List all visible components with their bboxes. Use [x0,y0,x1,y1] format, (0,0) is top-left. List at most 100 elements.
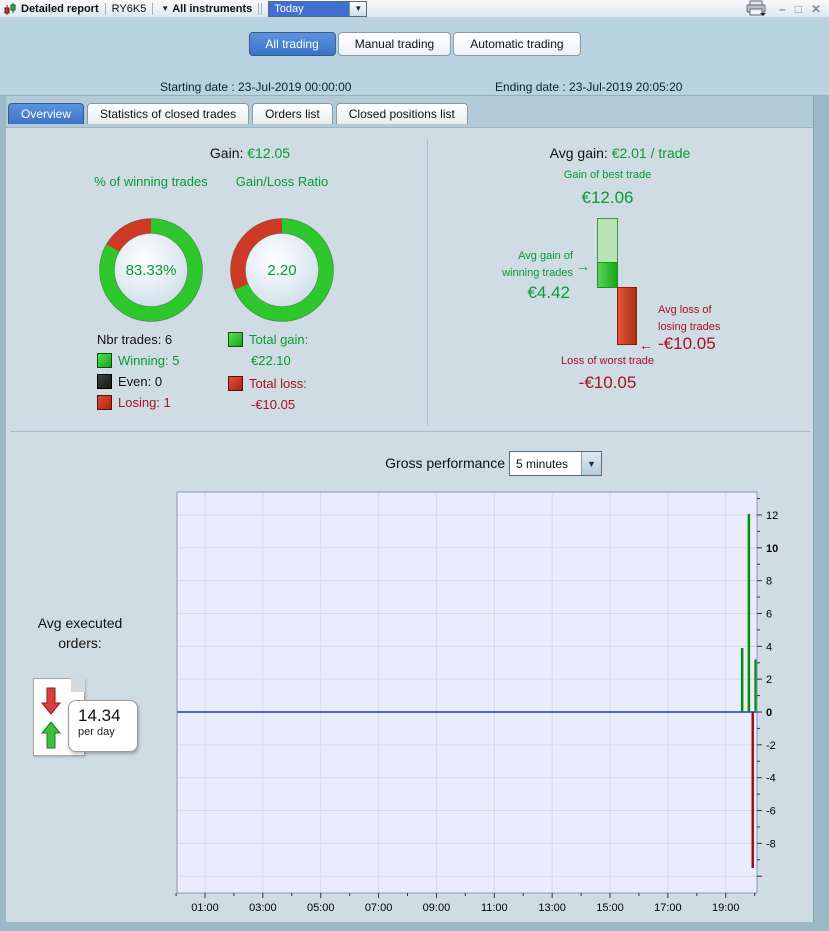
avg-win-bar [597,262,618,288]
avg-gain-label: Avg gain: [549,145,608,161]
avg-loss-label: Avg loss of losing trades [658,304,721,333]
svg-text:09:00: 09:00 [423,902,451,914]
interval-select-arrow-button[interactable]: ▼ [581,452,601,475]
printer-icon [746,0,766,16]
svg-text:17:00: 17:00 [654,902,682,914]
nbr-trades: Nbr trades: 6 [97,332,173,347]
interval-select-value[interactable]: 5 minutes [510,452,581,475]
winning-swatch [97,353,112,368]
svg-text:4: 4 [766,641,772,653]
gain-label: Gain: [209,145,244,161]
window-frame-right [813,96,829,931]
close-button[interactable]: ✕ [811,2,821,16]
chevron-down-icon: ▼ [354,4,363,13]
avg-gain-value: €2.01 / trade [611,145,691,161]
winning-donut-value: 83.33% [125,261,177,279]
total-loss-swatch [228,376,243,391]
avg-win-value: €4.42 [527,283,570,302]
total-loss-label: Total loss: [249,376,307,391]
print-button[interactable] [745,0,769,17]
gain-value: €12.05 [247,145,291,161]
panel-divider-vertical [427,140,428,425]
worst-trade-value: -€10.05 [578,373,637,392]
window-toolbar: Detailed report RY6K5 ▼ All instruments … [0,0,829,18]
gross-performance-title: Gross performance [385,455,505,471]
svg-text:-2: -2 [766,740,776,752]
best-trade-value: €12.06 [581,188,634,207]
starting-date: Starting date : 23-Jul-2019 00:00:00 [160,80,352,94]
period-select[interactable]: Today ▼ [268,0,368,17]
candlestick-icon [3,2,17,16]
window-controls: – □ ✕ [779,2,821,16]
panel-divider-horizontal [10,431,810,432]
tab-overview[interactable]: Overview [8,103,85,124]
svg-text:07:00: 07:00 [365,902,393,914]
gross-performance-chart: 12 10 8 6 4 2 0 -2 -4 -6 -8 01:00 03:00 05:00 07:00 09:… [175,491,778,914]
svg-text:03:00: 03:00 [249,902,277,914]
avg-orders-label: Avg executed orders: [37,615,123,652]
period-select-value[interactable]: Today [269,1,350,16]
svg-text:01:00: 01:00 [191,902,219,914]
right-arrow-icon: → [576,258,590,274]
even-swatch [97,374,112,389]
ratio-donut-value: 2.20 [267,261,297,279]
toolbar-divider [104,2,106,15]
tab-orders-list[interactable]: Orders list [252,103,333,124]
winning-count: Winning: 5 [118,353,180,368]
total-gain-value: €22.10 [251,353,291,368]
losing-count: Losing: 1 [118,395,171,410]
header-panel: All trading Manual trading Automatic tra… [0,18,829,96]
gain-loss-ratio-donut: 2.20 [227,215,337,325]
period-select-arrow-button[interactable]: ▼ [349,1,367,16]
svg-text:15:00: 15:00 [596,902,624,914]
svg-text:-6: -6 [766,806,776,818]
window-frame-left [0,96,6,931]
svg-text:0: 0 [766,707,772,719]
trades-legend: Nbr trades: 6 Winning: 5 Even: 0 Losing:… [97,329,179,413]
report-tabs-strip: Overview Statistics of closed trades Ord… [0,96,829,128]
worst-trade-bar [617,287,637,345]
svg-text:12: 12 [766,510,778,522]
ending-date: Ending date : 23-Jul-2019 20:05:20 [495,80,683,94]
svg-text:-4: -4 [766,773,776,785]
avg-win-label: Avg gain of winning trades [502,250,573,279]
total-gain-swatch [228,332,243,347]
avg-gain-summary: Avg gain: €2.01 / trade [440,145,800,161]
toolbar-divider [152,2,154,15]
winning-donut-title: % of winning trades [94,174,208,189]
winning-trades-donut: 83.33% [96,215,206,325]
maximize-button[interactable]: □ [795,2,802,16]
svg-text:10: 10 [766,543,778,555]
tab-manual-trading[interactable]: Manual trading [337,32,452,56]
totals-legend: Total gain: €22.10 Total loss: -€10.05 [228,329,308,415]
avg-orders-box: 14.34 per day [68,700,138,752]
window-frame-bottom [0,922,829,931]
down-arrow-icon [40,687,62,715]
svg-text:05:00: 05:00 [307,902,335,914]
interval-select[interactable]: 5 minutes ▼ [509,451,602,476]
tab-statistics[interactable]: Statistics of closed trades [87,103,250,124]
instrument-code: RY6K5 [111,2,147,15]
minimize-button[interactable]: – [779,2,786,16]
instruments-dropdown[interactable]: All instruments [172,3,252,15]
svg-text:2: 2 [766,674,772,686]
svg-text:19:00: 19:00 [712,902,740,914]
svg-text:8: 8 [766,576,772,588]
best-trade-label: Gain of best trade [563,169,652,181]
page-fold [71,678,85,692]
tab-all-trading[interactable]: All trading [248,32,336,56]
detailed-report-window: Detailed report RY6K5 ▼ All instruments … [0,0,829,931]
tab-automatic-trading[interactable]: Automatic trading [453,32,581,56]
avg-orders-value: 14.34 [78,706,121,725]
toolbar-divider [258,2,260,15]
avg-orders-unit: per day [78,726,115,738]
tab-closed-positions[interactable]: Closed positions list [335,103,468,124]
avg-loss-value: -€10.05 [658,334,716,353]
total-gain-label: Total gain: [249,332,309,347]
svg-text:13:00: 13:00 [538,902,566,914]
up-arrow-icon [40,721,62,749]
left-arrow-icon: ← [639,337,653,353]
chevron-down-icon: ▼ [161,4,170,13]
total-loss-value: -€10.05 [251,397,296,412]
window-title: Detailed report [21,2,99,15]
